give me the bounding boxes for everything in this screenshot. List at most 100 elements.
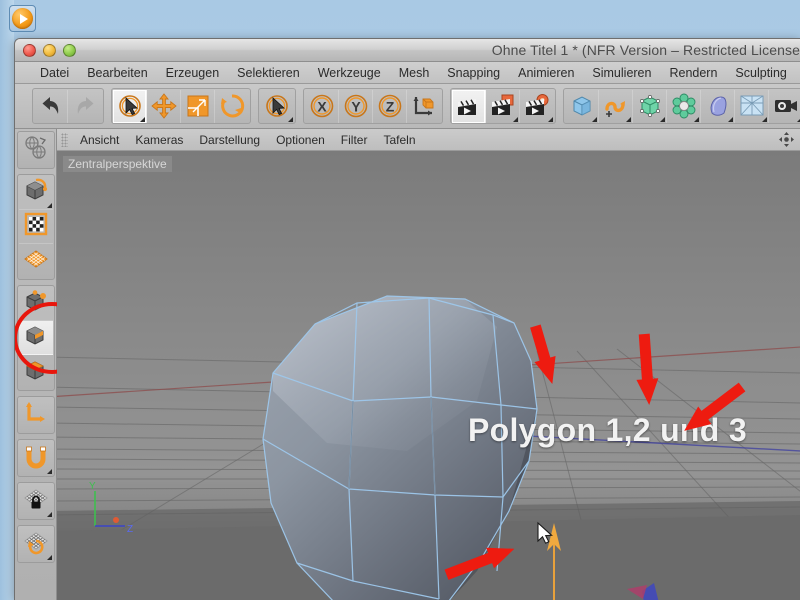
- clapperboard-gear-icon: [524, 93, 550, 119]
- svg-text:Z: Z: [385, 99, 394, 115]
- axis-z-toggle[interactable]: Z: [373, 90, 407, 123]
- submenu-corner-icon[interactable]: [47, 469, 52, 474]
- 3d-viewport[interactable]: Y Z Zentralperspektive Polygon 1,2 und 3…: [57, 151, 800, 600]
- menu-item-mograph[interactable]: MoGraph: [796, 64, 800, 82]
- menu-item-erzeugen[interactable]: Erzeugen: [157, 64, 229, 82]
- menu-item-simulieren[interactable]: Simulieren: [583, 64, 660, 82]
- menu-item-werkzeuge[interactable]: Werkzeuge: [309, 64, 390, 82]
- viewport-column: AnsichtKamerasDarstellungOptionenFilterT…: [57, 129, 800, 600]
- submenu-corner-icon[interactable]: [694, 117, 699, 122]
- main-menubar[interactable]: DateiBearbeitenErzeugenSelektierenWerkze…: [15, 62, 800, 84]
- add-hypernurbs-button[interactable]: [633, 90, 667, 123]
- menu-item-mesh[interactable]: Mesh: [390, 64, 439, 82]
- redo-button[interactable]: [68, 90, 102, 123]
- camera-icon: [773, 93, 799, 119]
- submenu-corner-icon[interactable]: [140, 117, 145, 122]
- left-tool-group-5: [17, 482, 55, 520]
- add-cube-button[interactable]: [565, 90, 599, 123]
- grid-rotate-icon: [23, 529, 49, 560]
- polygon-mode-button[interactable]: [19, 321, 53, 355]
- window-titlebar[interactable]: Ohne Titel 1 * (NFR Version – Restricted…: [15, 39, 800, 62]
- submenu-corner-icon[interactable]: [660, 117, 665, 122]
- menu-item-selektieren[interactable]: Selektieren: [228, 64, 309, 82]
- scale-button[interactable]: [181, 90, 215, 123]
- edges-mode-button[interactable]: [19, 355, 53, 389]
- viewport-menu-kameras[interactable]: Kameras: [127, 131, 191, 149]
- live-selection-button[interactable]: [113, 90, 147, 123]
- play-orb-glyph: [12, 8, 33, 29]
- clapperboard-icon: [456, 93, 482, 119]
- axis-x-toggle[interactable]: X: [305, 90, 339, 123]
- points-mode-button[interactable]: [19, 287, 53, 321]
- toolbar-group-0: [32, 88, 104, 124]
- y-axis-icon: Y: [343, 93, 369, 119]
- floor-grid-icon: [739, 93, 765, 119]
- submenu-corner-icon[interactable]: [288, 117, 293, 122]
- svg-text:Y: Y: [89, 481, 96, 492]
- menu-item-animieren[interactable]: Animieren: [509, 64, 583, 82]
- svg-text:X: X: [317, 99, 327, 115]
- snapping-magnet-button[interactable]: [19, 441, 53, 475]
- workplane-rotate-button[interactable]: [19, 527, 53, 561]
- play-orb-icon[interactable]: [9, 5, 36, 32]
- navigation-globe-button[interactable]: [19, 133, 53, 167]
- add-camera-button[interactable]: [769, 90, 800, 123]
- texture-mode-button[interactable]: [19, 244, 53, 278]
- menu-item-bearbeiten[interactable]: Bearbeiten: [78, 64, 156, 82]
- viewport-menu-ansicht[interactable]: Ansicht: [72, 131, 127, 149]
- left-tool-palette[interactable]: [15, 129, 57, 600]
- submenu-corner-icon[interactable]: [47, 555, 52, 560]
- left-tool-group-4: [17, 439, 55, 477]
- world-coordinates-button[interactable]: [407, 90, 441, 123]
- undo-arrow-icon: [38, 93, 64, 119]
- menu-item-rendern[interactable]: Rendern: [660, 64, 726, 82]
- toolbar-group-4: [450, 88, 556, 124]
- submenu-corner-icon[interactable]: [592, 117, 597, 122]
- selection-tool-button[interactable]: [260, 90, 294, 123]
- add-array-button[interactable]: [667, 90, 701, 123]
- submenu-corner-icon[interactable]: [47, 512, 52, 517]
- viewport-menu-optionen[interactable]: Optionen: [268, 131, 333, 149]
- rotate-button[interactable]: [215, 90, 249, 123]
- add-deformer-button[interactable]: [701, 90, 735, 123]
- lock-workplane-button[interactable]: [19, 484, 53, 518]
- editable-object-button[interactable]: [19, 176, 53, 210]
- viewport-pan-icon[interactable]: [779, 132, 794, 152]
- submenu-corner-icon[interactable]: [626, 117, 631, 122]
- render-region-button[interactable]: [486, 90, 520, 123]
- submenu-corner-icon[interactable]: [728, 117, 733, 122]
- left-tool-group-0: [17, 131, 55, 169]
- toolbar-group-3: XYZ: [303, 88, 443, 124]
- viewport-annotation-text: Polygon 1,2 und 3: [468, 412, 747, 449]
- cube-points-icon: [23, 288, 49, 319]
- axis-modify-button[interactable]: [19, 398, 53, 432]
- viewport-menu-grip[interactable]: [61, 133, 68, 147]
- grid-lock-icon: [23, 486, 49, 517]
- render-view-button[interactable]: [452, 90, 486, 123]
- submenu-corner-icon[interactable]: [762, 117, 767, 122]
- submenu-corner-icon[interactable]: [47, 203, 52, 208]
- menu-item-datei[interactable]: Datei: [31, 64, 78, 82]
- axis-y-toggle[interactable]: Y: [339, 90, 373, 123]
- viewport-menubar[interactable]: AnsichtKamerasDarstellungOptionenFilterT…: [57, 129, 800, 151]
- add-spline-button[interactable]: [599, 90, 633, 123]
- viewport-menu-darstellung[interactable]: Darstellung: [191, 131, 268, 149]
- submenu-corner-icon[interactable]: [548, 117, 553, 122]
- submenu-corner-icon[interactable]: [513, 117, 518, 122]
- model-mode-button[interactable]: [19, 210, 53, 244]
- viewport-menu-tafeln[interactable]: Tafeln: [375, 131, 423, 149]
- svg-text:Z: Z: [127, 524, 133, 535]
- cursor-circle-icon: [264, 93, 290, 119]
- left-tool-group-3: [17, 396, 55, 434]
- green-cube-icon: [637, 93, 663, 119]
- clapperboard-region-icon: [490, 93, 516, 119]
- add-environment-button[interactable]: [735, 90, 769, 123]
- viewport-menu-filter[interactable]: Filter: [333, 131, 376, 149]
- bend-deformer-icon: [705, 93, 731, 119]
- undo-button[interactable]: [34, 90, 68, 123]
- menu-item-snapping[interactable]: Snapping: [438, 64, 509, 82]
- menu-item-sculpting[interactable]: Sculpting: [726, 64, 795, 82]
- main-toolbar[interactable]: XYZ: [15, 84, 800, 129]
- move-button[interactable]: [147, 90, 181, 123]
- render-settings-button[interactable]: [520, 90, 554, 123]
